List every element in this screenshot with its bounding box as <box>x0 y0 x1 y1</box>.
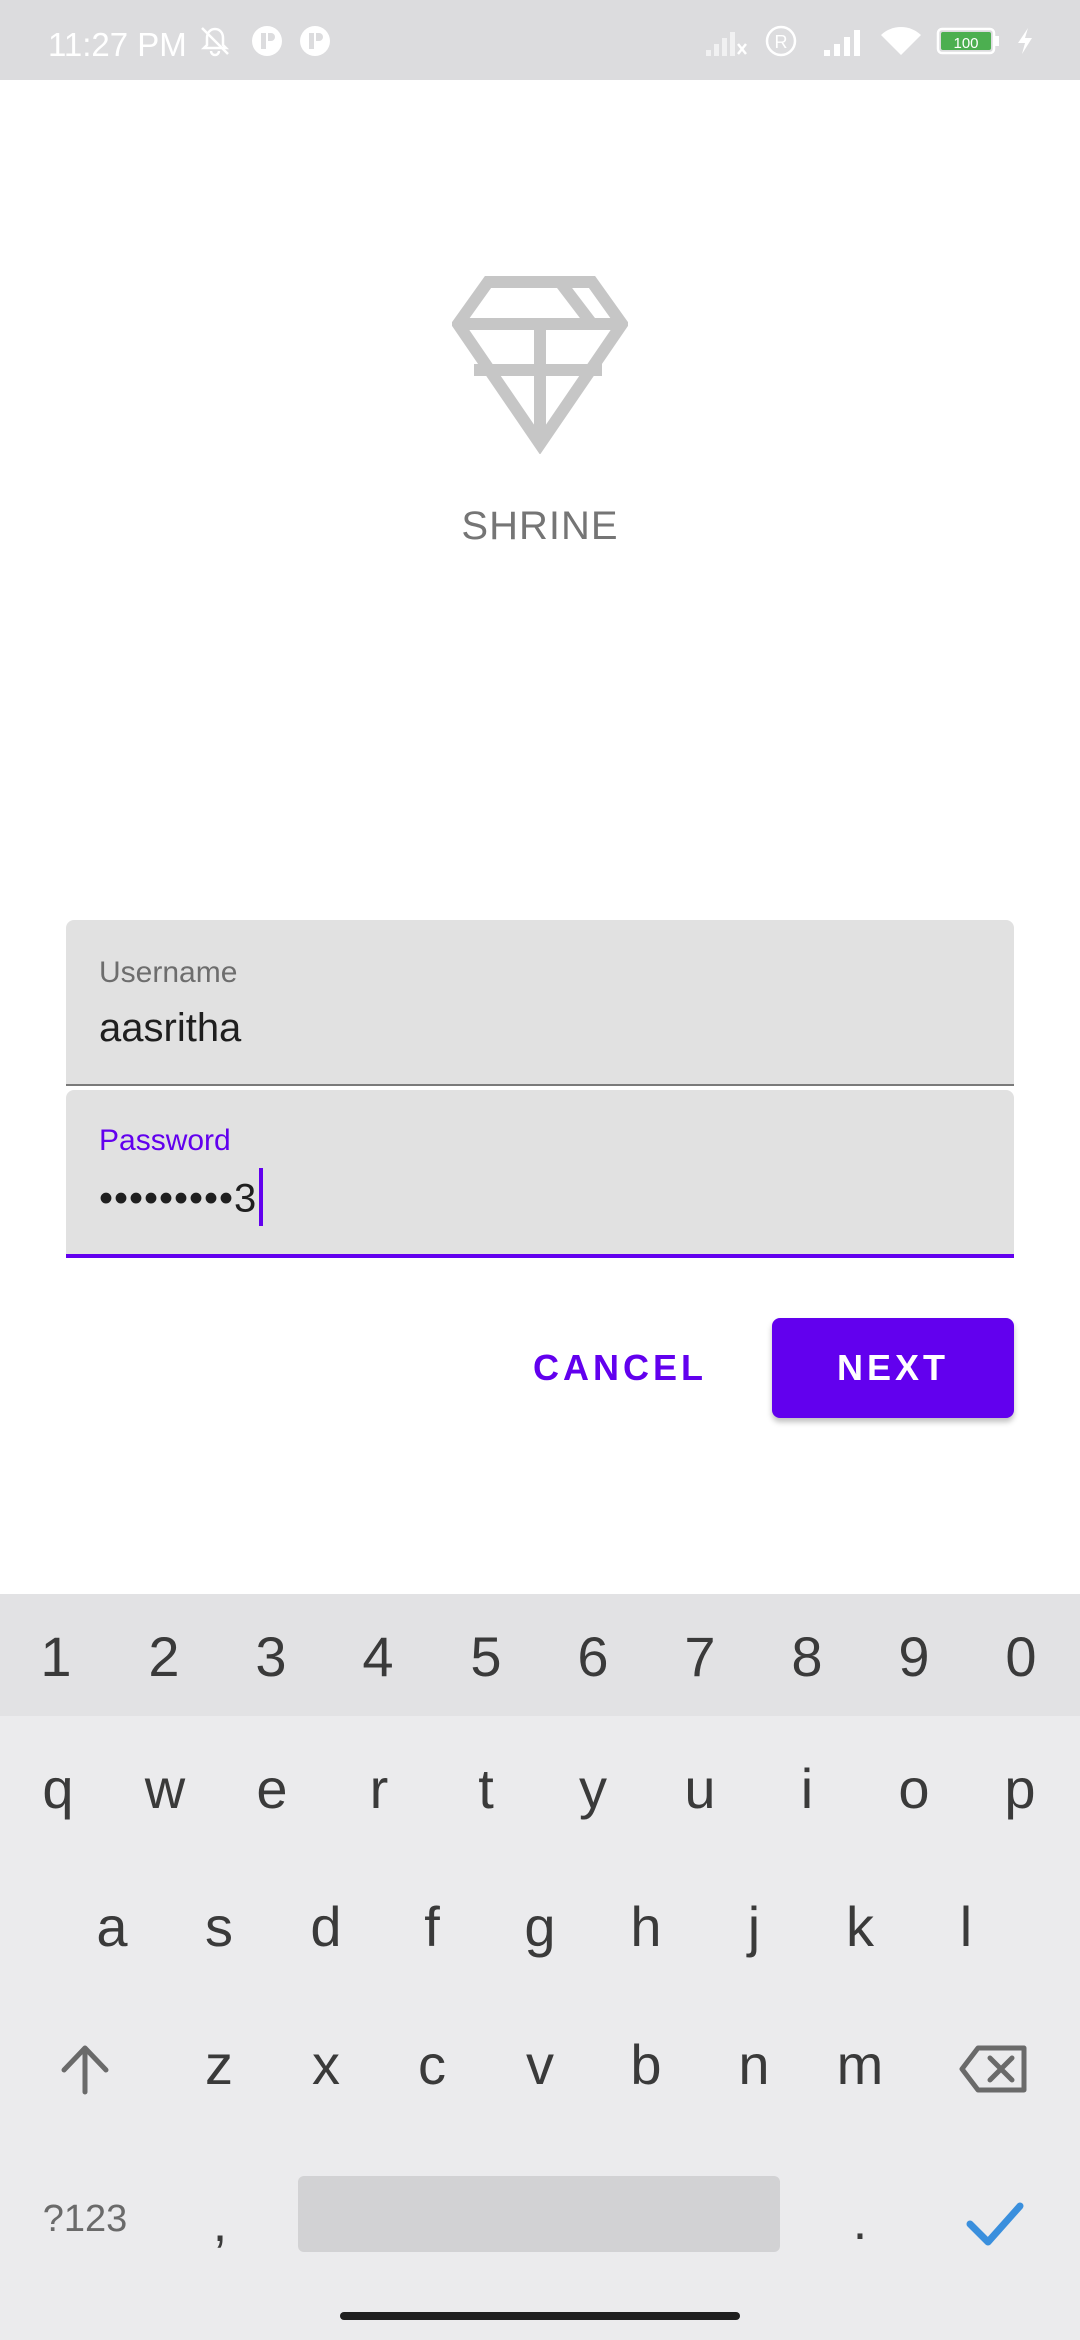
key-9[interactable]: 9 <box>860 1624 968 1689</box>
password-field[interactable]: Password •••••••••3 <box>66 1090 1014 1258</box>
app-notification-icon <box>252 26 282 56</box>
key-u[interactable]: u <box>646 1756 754 1821</box>
key-t[interactable]: t <box>432 1756 540 1821</box>
next-button[interactable]: NEXT <box>772 1318 1014 1418</box>
username-label: Username <box>99 956 238 989</box>
key-8[interactable]: 8 <box>753 1624 861 1689</box>
password-value-wrap[interactable]: •••••••••3 <box>99 1168 264 1230</box>
symbols-key[interactable]: ?123 <box>20 2198 150 2241</box>
keyboard-number-row: 1 2 3 4 5 6 7 8 9 0 <box>0 1594 1080 1716</box>
keyboard-row-bottom: ?123 , . <box>0 2134 1080 2340</box>
login-screen: 11:27 PM R 100 SHRINE Username aasritha … <box>0 0 1080 2340</box>
password-label: Password <box>99 1124 231 1157</box>
key-k[interactable]: k <box>806 1894 914 1959</box>
key-g[interactable]: g <box>486 1894 594 1959</box>
key-q[interactable]: q <box>4 1756 112 1821</box>
key-w[interactable]: w <box>111 1756 219 1821</box>
key-5[interactable]: 5 <box>432 1624 540 1689</box>
key-j[interactable]: j <box>700 1894 808 1959</box>
password-value: •••••••••3 <box>99 1176 258 1221</box>
key-i[interactable]: i <box>753 1756 861 1821</box>
key-n[interactable]: n <box>700 2032 808 2097</box>
backspace-icon[interactable] <box>956 2034 1032 2104</box>
period-key[interactable]: . <box>820 2192 900 2252</box>
comma-key[interactable]: , <box>180 2194 260 2254</box>
svg-text:100: 100 <box>953 35 978 52</box>
key-h[interactable]: h <box>592 1894 700 1959</box>
username-value[interactable]: aasritha <box>99 1006 241 1051</box>
charging-icon <box>1018 28 1032 54</box>
key-z[interactable]: z <box>165 2032 273 2097</box>
check-icon[interactable] <box>950 2190 1038 2258</box>
key-m[interactable]: m <box>806 2032 914 2097</box>
key-0[interactable]: 0 <box>967 1624 1075 1689</box>
key-y[interactable]: y <box>539 1756 647 1821</box>
key-4[interactable]: 4 <box>324 1624 432 1689</box>
key-e[interactable]: e <box>218 1756 326 1821</box>
username-field[interactable]: Username aasritha <box>66 920 1014 1086</box>
soft-keyboard: 1 2 3 4 5 6 7 8 9 0 q w e r t y u i o p … <box>0 1594 1080 2340</box>
keyboard-row-a: a s d f g h j k l <box>0 1856 1080 1996</box>
key-2[interactable]: 2 <box>110 1624 218 1689</box>
keyboard-row-q: q w e r t y u i o p <box>0 1716 1080 1856</box>
space-key[interactable] <box>298 2176 780 2252</box>
key-p[interactable]: p <box>966 1756 1074 1821</box>
bell-off-icon <box>200 27 230 57</box>
wifi-icon <box>881 27 921 55</box>
key-b[interactable]: b <box>592 2032 700 2097</box>
cancel-button[interactable]: CANCEL <box>512 1318 728 1418</box>
svg-text:R: R <box>775 32 788 52</box>
brand-name: SHRINE <box>461 504 619 548</box>
key-7[interactable]: 7 <box>646 1624 754 1689</box>
key-o[interactable]: o <box>860 1756 968 1821</box>
key-a[interactable]: a <box>58 1894 166 1959</box>
app-notification-icon <box>300 26 330 56</box>
keyboard-row-z: z x c v b n m <box>0 1994 1080 2134</box>
signal-icon <box>824 30 860 56</box>
key-3[interactable]: 3 <box>217 1624 325 1689</box>
status-bar: 11:27 PM R 100 <box>0 0 1080 80</box>
shift-icon[interactable] <box>50 2034 120 2104</box>
key-1[interactable]: 1 <box>2 1624 110 1689</box>
diamond-icon <box>452 276 628 454</box>
home-indicator[interactable] <box>340 2312 740 2320</box>
key-s[interactable]: s <box>165 1894 273 1959</box>
key-f[interactable]: f <box>378 1894 486 1959</box>
signal-x-icon <box>706 32 747 56</box>
key-d[interactable]: d <box>272 1894 380 1959</box>
text-cursor <box>259 1168 264 1226</box>
key-v[interactable]: v <box>486 2032 594 2097</box>
key-6[interactable]: 6 <box>539 1624 647 1689</box>
key-l[interactable]: l <box>912 1894 1020 1959</box>
key-r[interactable]: r <box>325 1756 433 1821</box>
registered-icon: R <box>765 25 797 57</box>
battery-icon: 100 <box>936 27 999 55</box>
key-c[interactable]: c <box>378 2032 486 2097</box>
key-x[interactable]: x <box>272 2032 380 2097</box>
status-time: 11:27 PM <box>48 26 187 63</box>
